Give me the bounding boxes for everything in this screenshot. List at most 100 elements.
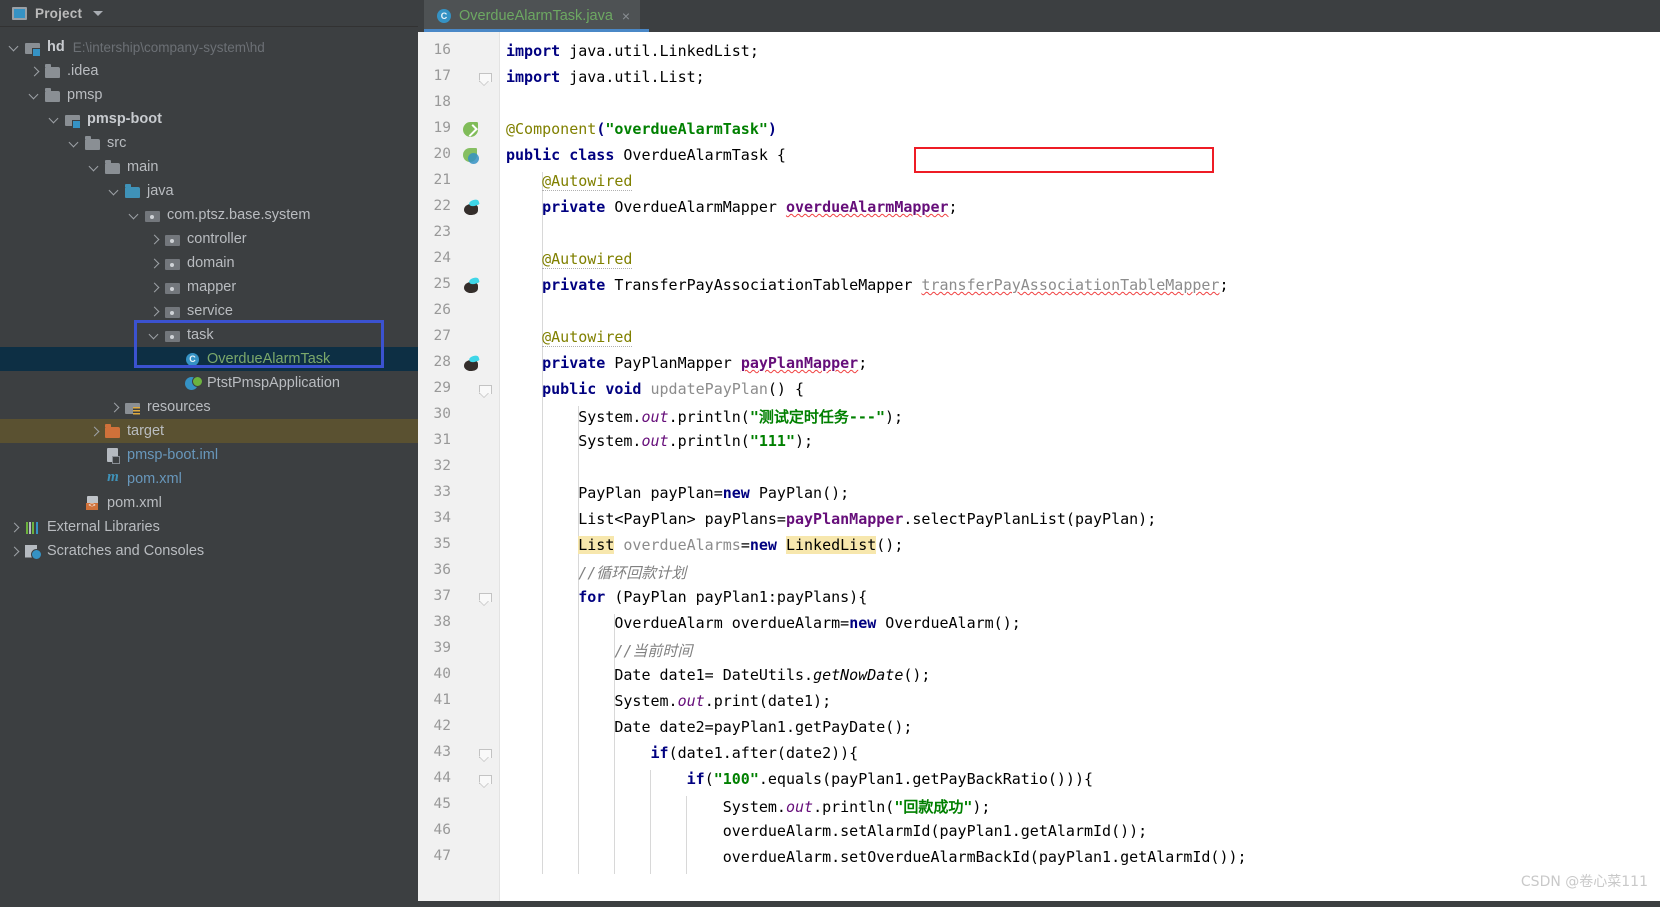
tree-item-idea[interactable]: .idea bbox=[0, 59, 418, 83]
chevron-right-icon[interactable] bbox=[10, 546, 21, 557]
line-number: 47 bbox=[433, 848, 451, 864]
tree-item-com-ptsz-base-system[interactable]: com.ptsz.base.system bbox=[0, 203, 418, 227]
tree-item-label: java bbox=[147, 183, 174, 199]
line-number: 29 bbox=[433, 380, 451, 396]
chevron-down-icon[interactable] bbox=[90, 162, 101, 173]
chevron-down-icon[interactable] bbox=[93, 10, 104, 16]
chevron-right-icon[interactable] bbox=[150, 258, 161, 269]
chevron-right-icon[interactable] bbox=[150, 234, 161, 245]
spring-bean-icon[interactable] bbox=[462, 121, 480, 139]
spring-bean-class-icon[interactable] bbox=[462, 147, 480, 165]
line-number: 21 bbox=[433, 172, 451, 188]
package-icon bbox=[165, 232, 181, 247]
tree-item-task[interactable]: task bbox=[0, 323, 418, 347]
chevron-right-icon[interactable] bbox=[110, 402, 121, 413]
chevron-down-icon[interactable] bbox=[130, 210, 141, 221]
maven-icon bbox=[105, 469, 121, 487]
tree-item-scratches-and-consoles[interactable]: Scratches and Consoles bbox=[0, 539, 418, 563]
line-number: 36 bbox=[433, 562, 451, 578]
autowired-bean-icon[interactable] bbox=[462, 199, 480, 217]
tree-item-ptstpmspapplication[interactable]: PtstPmspApplication bbox=[0, 371, 418, 395]
folder-icon bbox=[105, 160, 121, 175]
code-line: List<PayPlan> payPlans=payPlanMapper.sel… bbox=[578, 510, 1157, 528]
code-line: public class OverdueAlarmTask { bbox=[506, 146, 786, 164]
code-fold-toggle-icon[interactable] bbox=[479, 593, 492, 605]
code-fold-toggle-icon[interactable] bbox=[479, 73, 492, 85]
line-number: 26 bbox=[433, 302, 451, 318]
line-number: 46 bbox=[433, 822, 451, 838]
code-editor: OverdueAlarmTask.java × 16 17 18 19 20 21 22 23… bbox=[418, 0, 1660, 907]
code-line: overdueAlarm.setOverdueAlarmBackId(payPl… bbox=[722, 848, 1247, 866]
project-tree[interactable]: hd E:\intership\company-system\hd .idea pms… bbox=[0, 27, 418, 563]
chevron-down-icon[interactable] bbox=[30, 90, 41, 101]
code-content-area[interactable]: 16 17 18 19 20 21 22 23 24 25 26 27 28 29 30 31 32 33 34 35… bbox=[418, 32, 1660, 907]
chevron-right-icon[interactable] bbox=[30, 66, 41, 77]
line-number: 24 bbox=[433, 250, 451, 266]
chevron-right-icon[interactable] bbox=[150, 282, 161, 293]
line-number: 44 bbox=[433, 770, 451, 786]
code-line: //循环回款计划 bbox=[578, 564, 687, 582]
tree-item-java[interactable]: java bbox=[0, 179, 418, 203]
code-fold-toggle-icon[interactable] bbox=[479, 775, 492, 787]
code-annotation-rectangle bbox=[914, 147, 1214, 173]
code-line: System.out.println("测试定时任务---"); bbox=[578, 408, 904, 426]
tree-item-overduealarmtask[interactable]: OverdueAlarmTask bbox=[0, 347, 418, 371]
code-fold-toggle-icon[interactable] bbox=[479, 749, 492, 761]
tree-item-pmsp-boot[interactable]: pmsp-boot bbox=[0, 107, 418, 131]
line-number: 43 bbox=[433, 744, 451, 760]
code-line: @Autowired bbox=[542, 172, 633, 191]
tree-item-resources[interactable]: resources bbox=[0, 395, 418, 419]
tree-item-controller[interactable]: controller bbox=[0, 227, 418, 251]
tree-item-target[interactable]: target bbox=[0, 419, 418, 443]
tree-item-label: OverdueAlarmTask bbox=[207, 351, 331, 367]
code-line: @Autowired bbox=[542, 250, 633, 269]
tree-item-label: controller bbox=[187, 231, 247, 247]
chevron-right-icon[interactable] bbox=[150, 306, 161, 317]
code-line: private TransferPayAssociationTableMappe… bbox=[542, 276, 1229, 294]
chevron-down-icon[interactable] bbox=[70, 138, 81, 149]
tree-item-service[interactable]: service bbox=[0, 299, 418, 323]
project-tool-window-header[interactable]: Project bbox=[0, 0, 418, 27]
tree-item-pom-xml[interactable]: pom.xml bbox=[0, 491, 418, 515]
folder-icon bbox=[45, 64, 61, 79]
tree-item-pmsp-boot-iml[interactable]: pmsp-boot.iml bbox=[0, 443, 418, 467]
tree-item-label: pmsp bbox=[67, 87, 103, 103]
chevron-right-icon[interactable] bbox=[10, 522, 21, 533]
project-icon bbox=[12, 6, 27, 20]
tree-item-hd[interactable]: hd E:\intership\company-system\hd bbox=[0, 35, 418, 59]
tree-item-pmsp[interactable]: pmsp bbox=[0, 83, 418, 107]
line-number: 32 bbox=[433, 458, 451, 474]
code-line: if("100".equals(payPlan1.getPayBackRatio… bbox=[686, 770, 1094, 788]
tree-item-external-libraries[interactable]: External Libraries bbox=[0, 515, 418, 539]
tree-item-domain[interactable]: domain bbox=[0, 251, 418, 275]
line-number: 41 bbox=[433, 692, 451, 708]
code-fold-toggle-icon[interactable] bbox=[479, 385, 492, 397]
line-number: 37 bbox=[433, 588, 451, 604]
line-number: 33 bbox=[433, 484, 451, 500]
editor-tab-overduealarmtask[interactable]: OverdueAlarmTask.java × bbox=[424, 0, 641, 32]
tree-item-main[interactable]: main bbox=[0, 155, 418, 179]
autowired-bean-icon[interactable] bbox=[462, 355, 480, 373]
chevron-right-icon[interactable] bbox=[90, 426, 101, 437]
chevron-down-icon[interactable] bbox=[110, 186, 121, 197]
package-icon bbox=[165, 256, 181, 271]
tree-item-label: pom.xml bbox=[107, 495, 162, 511]
tree-item-mapper[interactable]: mapper bbox=[0, 275, 418, 299]
editor-gutter[interactable]: 16 17 18 19 20 21 22 23 24 25 26 27 28 29 30 31 32 33 34 35… bbox=[418, 32, 500, 907]
close-icon[interactable]: × bbox=[622, 9, 630, 23]
code-line: @Component("overdueAlarmTask") bbox=[506, 120, 777, 138]
code-line: @Autowired bbox=[542, 328, 633, 347]
line-number: 39 bbox=[433, 640, 451, 656]
tree-item-label: PtstPmspApplication bbox=[207, 375, 340, 391]
autowired-bean-icon[interactable] bbox=[462, 277, 480, 295]
tree-item-pom-xml[interactable]: pom.xml bbox=[0, 467, 418, 491]
java-class-icon bbox=[185, 352, 201, 367]
chevron-down-icon[interactable] bbox=[10, 42, 21, 53]
tree-item-src[interactable]: src bbox=[0, 131, 418, 155]
code-line: import java.util.LinkedList; bbox=[506, 42, 759, 60]
line-number: 22 bbox=[433, 198, 451, 214]
line-number: 40 bbox=[433, 666, 451, 682]
chevron-down-icon[interactable] bbox=[50, 114, 61, 125]
line-number: 31 bbox=[433, 432, 451, 448]
chevron-down-icon[interactable] bbox=[150, 330, 161, 341]
